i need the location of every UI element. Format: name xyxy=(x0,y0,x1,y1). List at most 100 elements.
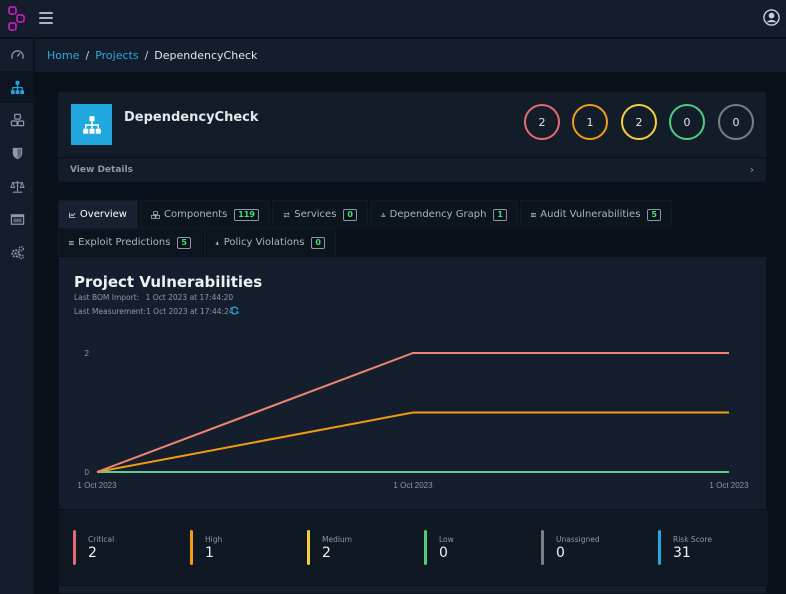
tab-badge: 5 xyxy=(647,208,661,221)
cubes-icon xyxy=(151,210,161,219)
last-bom-import-value: 1 Oct 2023 at 17:44:20 xyxy=(145,293,234,302)
window-icon xyxy=(10,213,24,225)
sidebar-item-components[interactable] xyxy=(0,104,34,136)
tab-overview[interactable]: Overview xyxy=(58,200,138,228)
stat-value: 1 xyxy=(205,545,214,561)
view-details-label: View Details xyxy=(70,165,133,175)
tasks-icon xyxy=(531,212,536,217)
stat-color-bar xyxy=(658,530,661,565)
sidebar-item-projects[interactable] xyxy=(0,71,34,103)
breadcrumb: Home / Projects / DependencyCheck xyxy=(35,39,786,73)
stat-value: 2 xyxy=(322,545,331,561)
tab-badge: 1 xyxy=(493,208,507,221)
tab-dependency-graph[interactable]: Dependency Graph 1 xyxy=(370,200,518,228)
last-measurement: Last Measurement:1 Oct 2023 at 17:44:24 xyxy=(74,307,234,316)
severity-low-count: 0 xyxy=(669,104,705,140)
breadcrumb-home[interactable]: Home xyxy=(47,49,79,62)
stat-value: 31 xyxy=(673,545,691,561)
project-name: DependencyCheck xyxy=(124,110,259,125)
severity-high-count: 1 xyxy=(572,104,608,140)
cogs-icon xyxy=(10,245,24,259)
dependency-track-logo[interactable] xyxy=(8,6,26,32)
tab-label: Exploit Predictions xyxy=(78,237,171,248)
tab-badge: 0 xyxy=(343,208,357,221)
fire-icon xyxy=(215,240,220,245)
tab-badge: 5 xyxy=(177,236,191,249)
tab-components[interactable]: Components 119 xyxy=(140,200,270,228)
sidebar xyxy=(0,39,34,594)
breadcrumb-current: DependencyCheck xyxy=(154,49,258,62)
tab-audit-vulnerabilities[interactable]: Audit Vulnerabilities 5 xyxy=(520,200,672,228)
vulnerability-chart: 0 2 1 Oct 2023 1 Oct 2023 1 Oct 2023 xyxy=(59,327,768,497)
exchange-icon xyxy=(283,211,290,218)
tab-label: Policy Violations xyxy=(223,237,305,248)
stat-label: Medium xyxy=(322,535,352,544)
series-line-high xyxy=(96,411,729,473)
project-card: DependencyCheck 2 1 2 0 0 View Details › xyxy=(57,91,767,183)
balance-scale-icon xyxy=(9,180,25,193)
tab-label: Dependency Graph xyxy=(389,209,487,220)
stat-value: 0 xyxy=(556,545,565,561)
sidebar-item-dashboard[interactable] xyxy=(0,39,34,71)
speedometer-icon xyxy=(10,49,24,59)
stat-label: Unassigned xyxy=(556,535,600,544)
project-avatar xyxy=(71,104,112,145)
stat-label: Low xyxy=(439,535,454,544)
tab-services[interactable]: Services 0 xyxy=(272,200,368,228)
stat-color-bar xyxy=(541,530,544,565)
stat-value: 2 xyxy=(88,545,97,561)
x-tick-label: 1 Oct 2023 xyxy=(393,481,433,490)
last-measurement-value: 1 Oct 2023 at 17:44:24 xyxy=(146,307,234,316)
sidebar-item-vulnerabilities[interactable] xyxy=(0,137,34,169)
chevron-right-icon: › xyxy=(749,163,754,176)
sitemap-icon xyxy=(381,212,386,217)
breadcrumb-projects[interactable]: Projects xyxy=(95,49,138,62)
top-header xyxy=(0,0,786,38)
tab-exploit-predictions[interactable]: Exploit Predictions 5 xyxy=(58,228,202,256)
shield-icon xyxy=(12,147,22,159)
sidebar-item-licenses[interactable] xyxy=(0,170,34,202)
last-measurement-label: Last Measurement: xyxy=(74,307,147,316)
breadcrumb-separator: / xyxy=(85,49,90,62)
stat-color-bar xyxy=(424,530,427,565)
severity-unassigned-count: 0 xyxy=(718,104,754,140)
stat-color-bar xyxy=(73,530,76,565)
user-circle-icon[interactable] xyxy=(763,9,780,26)
tab-badge: 0 xyxy=(311,236,325,249)
hamburger-icon[interactable] xyxy=(39,12,53,24)
tab-badge: 119 xyxy=(234,208,259,221)
sidebar-item-administration[interactable] xyxy=(0,236,34,268)
panel-title: Project Vulnerabilities xyxy=(74,273,263,291)
sidebar-item-tags[interactable] xyxy=(0,203,34,235)
tab-policy-violations[interactable]: Policy Violations 0 xyxy=(204,228,336,256)
stat-label: High xyxy=(205,535,223,544)
tab-label: Overview xyxy=(79,209,127,220)
refresh-icon[interactable] xyxy=(230,306,239,315)
severity-medium-count: 2 xyxy=(621,104,657,140)
sitemap-icon xyxy=(10,80,24,94)
stat-label: Risk Score xyxy=(673,535,712,544)
cubes-icon xyxy=(10,113,24,126)
x-tick-label: 1 Oct 2023 xyxy=(709,481,749,490)
last-bom-import: Last BOM Import: 1 Oct 2023 at 17:44:20 xyxy=(74,293,233,302)
stat-color-bar xyxy=(307,530,310,565)
chart-svg: 0 2 1 Oct 2023 1 Oct 2023 1 Oct 2023 xyxy=(77,349,749,490)
tab-label: Components xyxy=(164,209,228,220)
y-tick-label: 0 xyxy=(85,468,90,477)
breadcrumb-separator: / xyxy=(144,49,149,62)
stat-label: Critical xyxy=(88,535,115,544)
tab-label: Services xyxy=(294,209,337,220)
stat-value: 0 xyxy=(439,545,448,561)
overview-panel: Project Vulnerabilities Last BOM Import:… xyxy=(58,256,768,594)
tab-label: Audit Vulnerabilities xyxy=(540,209,641,220)
tasks-icon xyxy=(69,240,74,245)
line-chart-icon xyxy=(69,212,76,218)
severity-stats: Critical 2 High 1 Medium 2 Low 0 Unassig… xyxy=(59,509,768,586)
view-details-link[interactable]: View Details › xyxy=(58,157,766,183)
last-bom-import-label: Last BOM Import: xyxy=(74,293,140,302)
sitemap-icon xyxy=(82,115,101,134)
x-tick-label: 1 Oct 2023 xyxy=(77,481,117,490)
stat-color-bar xyxy=(190,530,193,565)
y-tick-label: 2 xyxy=(85,349,90,358)
severity-critical-count: 2 xyxy=(524,104,560,140)
